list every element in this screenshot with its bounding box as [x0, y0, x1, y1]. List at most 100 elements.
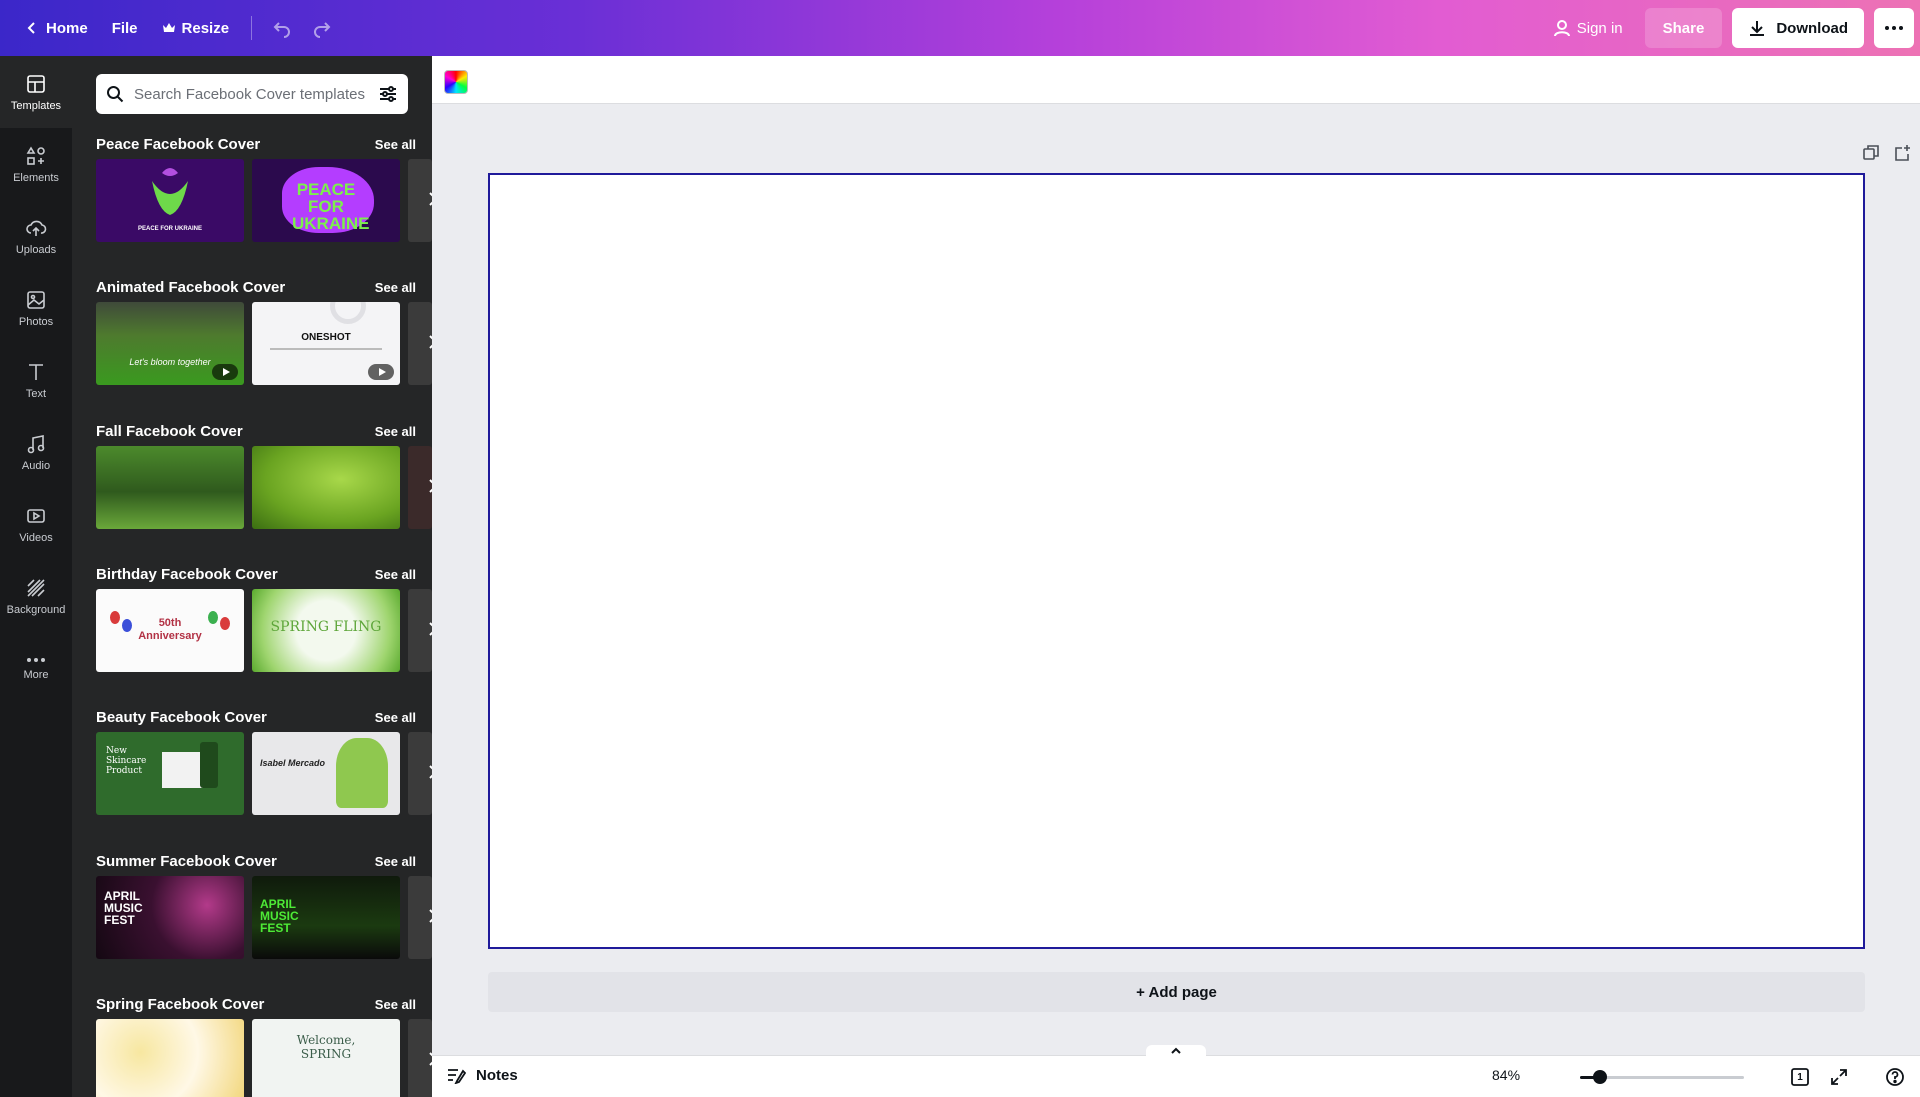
- section-title: Fall Facebook Cover: [96, 422, 243, 440]
- template-thumbnail[interactable]: Let's bloom together: [96, 302, 244, 385]
- template-thumbnail[interactable]: PEACE FOR UKRAINE: [252, 159, 400, 242]
- left-nav-rail: Templates Elements Uploads Photos Text A…: [0, 56, 72, 1097]
- section-title: Birthday Facebook Cover: [96, 565, 278, 583]
- sign-in-label: Sign in: [1576, 19, 1623, 37]
- section-title: Beauty Facebook Cover: [96, 708, 267, 726]
- add-page-icon[interactable]: [1894, 144, 1912, 162]
- search-icon: [107, 86, 124, 103]
- more-options-button[interactable]: [1874, 8, 1914, 48]
- background-color-swatch[interactable]: [444, 70, 468, 94]
- template-thumbnail[interactable]: 50th Anniversary: [96, 589, 244, 672]
- template-section-peace: Peace Facebook Cover See all PEACE FOR U…: [96, 132, 432, 262]
- template-thumbnail[interactable]: [96, 446, 244, 529]
- template-thumbnail[interactable]: SPRING FLING: [252, 589, 400, 672]
- template-search-input[interactable]: [134, 85, 368, 103]
- play-badge-icon: [368, 364, 394, 380]
- rail-item-videos[interactable]: Videos: [0, 488, 72, 560]
- resize-button[interactable]: Resize: [150, 8, 242, 48]
- template-thumbnail[interactable]: [252, 446, 400, 529]
- thumbnail-caption: APRIL MUSIC FEST: [260, 897, 299, 935]
- add-page-button[interactable]: + Add page: [488, 972, 1865, 1012]
- crown-icon: [162, 23, 175, 32]
- rail-label-videos: Videos: [19, 531, 53, 544]
- rail-item-uploads[interactable]: Uploads: [0, 200, 72, 272]
- section-header: Animated Facebook Cover See all: [96, 275, 416, 299]
- more-horizontal-icon: [1885, 26, 1903, 30]
- template-thumbnail[interactable]: Welcome, SPRING: [252, 1019, 400, 1097]
- template-search-box: [96, 74, 408, 114]
- text-icon: [29, 363, 43, 380]
- home-button[interactable]: Home: [12, 8, 100, 48]
- template-thumbnail[interactable]: APRIL MUSIC FEST: [252, 876, 400, 959]
- user-icon: [1553, 20, 1570, 37]
- rail-item-text[interactable]: Text: [0, 344, 72, 416]
- template-thumbnail[interactable]: APRIL MUSIC FEST: [96, 876, 244, 959]
- help-button[interactable]: [1884, 1066, 1906, 1088]
- play-badge-icon: [212, 364, 238, 380]
- template-thumbnail[interactable]: New Skincare Product: [96, 732, 244, 815]
- duplicate-page-icon[interactable]: [1862, 144, 1880, 162]
- page-count-button[interactable]: 1: [1789, 1066, 1811, 1088]
- download-button[interactable]: Download: [1732, 8, 1864, 48]
- section-title: Animated Facebook Cover: [96, 278, 286, 296]
- thumbnail-caption: SPRING FLING: [270, 619, 382, 635]
- page-actions: [1862, 144, 1912, 162]
- see-all-link[interactable]: See all: [375, 424, 416, 439]
- share-button[interactable]: Share: [1644, 8, 1723, 48]
- zoom-level[interactable]: 84%: [1492, 1067, 1520, 1083]
- rail-item-templates[interactable]: Templates: [0, 56, 72, 128]
- thumbnail-caption: Isabel Mercado: [260, 758, 326, 768]
- filter-sliders-icon[interactable]: [378, 84, 398, 104]
- section-header: Beauty Facebook Cover See all: [96, 705, 416, 729]
- file-label: File: [111, 19, 138, 37]
- home-label: Home: [46, 19, 88, 37]
- section-header: Summer Facebook Cover See all: [96, 849, 416, 873]
- rail-label-templates: Templates: [10, 99, 62, 112]
- template-thumbnail[interactable]: Isabel Mercado: [252, 732, 400, 815]
- undo-button[interactable]: [262, 8, 302, 48]
- see-all-link[interactable]: See all: [375, 997, 416, 1012]
- file-menu-button[interactable]: File: [100, 8, 150, 48]
- design-page[interactable]: [488, 173, 1865, 949]
- section-header: Birthday Facebook Cover See all: [96, 562, 416, 586]
- video-icon: [27, 508, 45, 523]
- see-all-link[interactable]: See all: [375, 710, 416, 725]
- chevron-up-icon: [1171, 1047, 1181, 1054]
- sign-in-button[interactable]: Sign in: [1541, 8, 1635, 48]
- rail-item-elements[interactable]: Elements: [0, 128, 72, 200]
- zoom-slider-track[interactable]: [1580, 1070, 1744, 1084]
- notes-button[interactable]: Notes: [446, 1066, 518, 1084]
- notes-label: Notes: [476, 1066, 518, 1084]
- redo-button[interactable]: [302, 8, 342, 48]
- rail-item-background[interactable]: Background: [0, 560, 72, 632]
- template-thumbnail[interactable]: ONESHOT: [252, 302, 400, 385]
- templates-panel: Peace Facebook Cover See all PEACE FOR U…: [72, 56, 432, 1097]
- thumbnail-caption: 50th Anniversary: [138, 617, 202, 642]
- help-question-icon: [1886, 1068, 1904, 1086]
- editor-canvas-area: + Add page: [432, 56, 1920, 1055]
- zoom-slider-handle[interactable]: [1592, 1070, 1607, 1084]
- toolbar-divider: [251, 16, 253, 40]
- rail-item-audio[interactable]: Audio: [0, 416, 72, 488]
- rail-item-photos[interactable]: Photos: [0, 272, 72, 344]
- template-thumbnail[interactable]: PEACE FOR UKRAINE: [96, 159, 244, 242]
- undo-icon: [273, 22, 290, 38]
- music-note-icon: [27, 434, 45, 453]
- chevron-left-icon: [27, 22, 35, 34]
- see-all-link[interactable]: See all: [375, 280, 416, 295]
- template-thumbnail[interactable]: [96, 1019, 244, 1097]
- notes-icon: [448, 1069, 466, 1084]
- thumbnail-caption: PEACE FOR UKRAINE: [292, 180, 370, 233]
- rail-label-audio: Audio: [21, 459, 51, 472]
- expand-pages-button[interactable]: [1146, 1045, 1206, 1056]
- see-all-link[interactable]: See all: [375, 137, 416, 152]
- section-header: Peace Facebook Cover See all: [96, 132, 416, 156]
- fullscreen-button[interactable]: [1828, 1066, 1850, 1088]
- template-section-spring: Spring Facebook Cover See all Welcome, S…: [96, 992, 432, 1097]
- bottom-status-bar: Notes 84% 1: [432, 1045, 1920, 1097]
- redo-icon: [314, 22, 331, 38]
- see-all-link[interactable]: See all: [375, 567, 416, 582]
- rail-item-more[interactable]: More: [0, 632, 72, 704]
- template-section-birthday: Birthday Facebook Cover See all 50th Ann…: [96, 562, 432, 692]
- see-all-link[interactable]: See all: [375, 854, 416, 869]
